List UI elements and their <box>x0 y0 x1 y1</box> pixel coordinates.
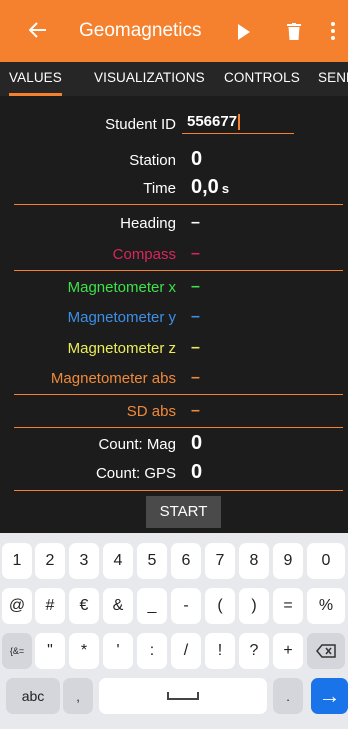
key-symbols-page[interactable]: {&= <box>2 633 32 669</box>
tab-values[interactable]: VALUES <box>9 62 62 96</box>
key-dash[interactable]: - <box>171 588 201 624</box>
tab-visualizations[interactable]: VISUALIZATIONS <box>94 62 205 96</box>
start-button[interactable]: START <box>146 496 221 528</box>
app-bar: Geomagnetics <box>0 0 348 62</box>
more-vert-icon[interactable] <box>328 20 338 42</box>
divider <box>14 427 343 428</box>
key-9[interactable]: 9 <box>273 543 303 579</box>
time-label: Time <box>143 180 176 197</box>
key-2[interactable]: 2 <box>35 543 65 579</box>
mag-y-label: Magnetometer y <box>67 309 176 326</box>
key-close-paren[interactable]: ) <box>239 588 269 624</box>
mag-abs-value: – <box>191 369 200 386</box>
student-id-row: Student ID <box>0 112 348 142</box>
key-apostrophe[interactable]: ' <box>103 633 133 669</box>
mag-y-value: – <box>191 308 200 325</box>
sd-abs-label: SD abs <box>126 403 176 420</box>
key-colon[interactable]: : <box>137 633 167 669</box>
tab-send[interactable]: SEND <box>318 62 348 96</box>
trash-icon[interactable] <box>287 23 301 40</box>
count-gps-value: 0 <box>191 461 203 483</box>
sd-abs-row: SD abs – <box>0 398 348 428</box>
divider <box>14 394 343 395</box>
app-title: Geomagnetics <box>79 20 202 41</box>
key-quote[interactable]: " <box>35 633 65 669</box>
mag-z-label: Magnetometer z <box>67 340 176 357</box>
count-mag-row: Count: Mag 0 <box>0 431 348 461</box>
heading-label: Heading <box>120 215 176 232</box>
mag-z-row: Magnetometer z – <box>0 335 348 365</box>
count-mag-value: 0 <box>191 432 203 454</box>
sd-abs-value: – <box>191 402 200 419</box>
heading-row: Heading – <box>0 210 348 240</box>
count-gps-label: Count: GPS <box>95 465 176 482</box>
key-6[interactable]: 6 <box>171 543 201 579</box>
key-plus[interactable]: + <box>273 633 303 669</box>
key-abc[interactable]: abc <box>6 678 60 714</box>
mag-abs-label: Magnetometer abs <box>50 370 176 387</box>
key-exclamation[interactable]: ! <box>205 633 235 669</box>
compass-value: – <box>191 245 200 262</box>
key-asterisk[interactable]: * <box>69 633 99 669</box>
key-euro[interactable]: € <box>69 588 99 624</box>
space-bar-icon[interactable] <box>99 678 267 714</box>
student-id-input[interactable]: 556677 <box>182 112 294 134</box>
key-0[interactable]: 0 <box>307 543 345 579</box>
key-ampersand[interactable]: & <box>103 588 133 624</box>
on-screen-keyboard: 1 2 3 4 5 6 7 8 9 0 @ # € & _ - ( ) = % … <box>0 533 348 729</box>
time-value: 0,0 s <box>191 176 230 198</box>
tab-bar: VALUES VISUALIZATIONS CONTROLS SEND <box>0 62 348 96</box>
key-hash[interactable]: # <box>35 588 65 624</box>
key-3[interactable]: 3 <box>69 543 99 579</box>
station-label: Station <box>129 152 176 169</box>
compass-label: Compass <box>112 246 176 263</box>
mag-abs-row: Magnetometer abs – <box>0 365 348 395</box>
divider <box>14 204 343 205</box>
key-5[interactable]: 5 <box>137 543 167 579</box>
text-caret <box>238 114 240 131</box>
count-gps-row: Count: GPS 0 <box>0 460 348 490</box>
mag-x-row: Magnetometer x – <box>0 274 348 304</box>
heading-value: – <box>191 214 200 231</box>
values-panel: Student ID 556677 Station 0 Time 0,0 s He… <box>0 96 348 533</box>
mag-z-value: – <box>191 339 200 356</box>
enter-arrow-icon[interactable]: → <box>311 678 348 714</box>
compass-row: Compass – <box>0 241 348 271</box>
play-icon[interactable] <box>238 24 250 40</box>
divider <box>14 270 343 271</box>
key-8[interactable]: 8 <box>239 543 269 579</box>
key-1[interactable]: 1 <box>2 543 32 579</box>
key-open-paren[interactable]: ( <box>205 588 235 624</box>
backspace-icon[interactable] <box>307 633 345 669</box>
station-row: Station 0 <box>0 147 348 177</box>
mag-x-value: – <box>191 278 200 295</box>
station-value: 0 <box>191 148 203 170</box>
key-comma[interactable]: , <box>63 678 93 714</box>
key-equals[interactable]: = <box>273 588 303 624</box>
key-slash[interactable]: / <box>171 633 201 669</box>
time-row: Time 0,0 s <box>0 175 348 205</box>
key-at[interactable]: @ <box>2 588 32 624</box>
student-id-label: Student ID <box>105 116 176 133</box>
mag-y-row: Magnetometer y – <box>0 304 348 334</box>
key-4[interactable]: 4 <box>103 543 133 579</box>
divider <box>14 490 343 491</box>
key-7[interactable]: 7 <box>205 543 235 579</box>
back-arrow-icon[interactable] <box>22 14 54 46</box>
key-period[interactable]: . <box>273 678 303 714</box>
tab-controls[interactable]: CONTROLS <box>224 62 300 96</box>
mag-x-label: Magnetometer x <box>67 279 176 296</box>
key-percent[interactable]: % <box>307 588 345 624</box>
count-mag-label: Count: Mag <box>98 436 176 453</box>
key-underscore[interactable]: _ <box>137 588 167 624</box>
time-unit: s <box>221 181 230 196</box>
key-question[interactable]: ? <box>239 633 269 669</box>
